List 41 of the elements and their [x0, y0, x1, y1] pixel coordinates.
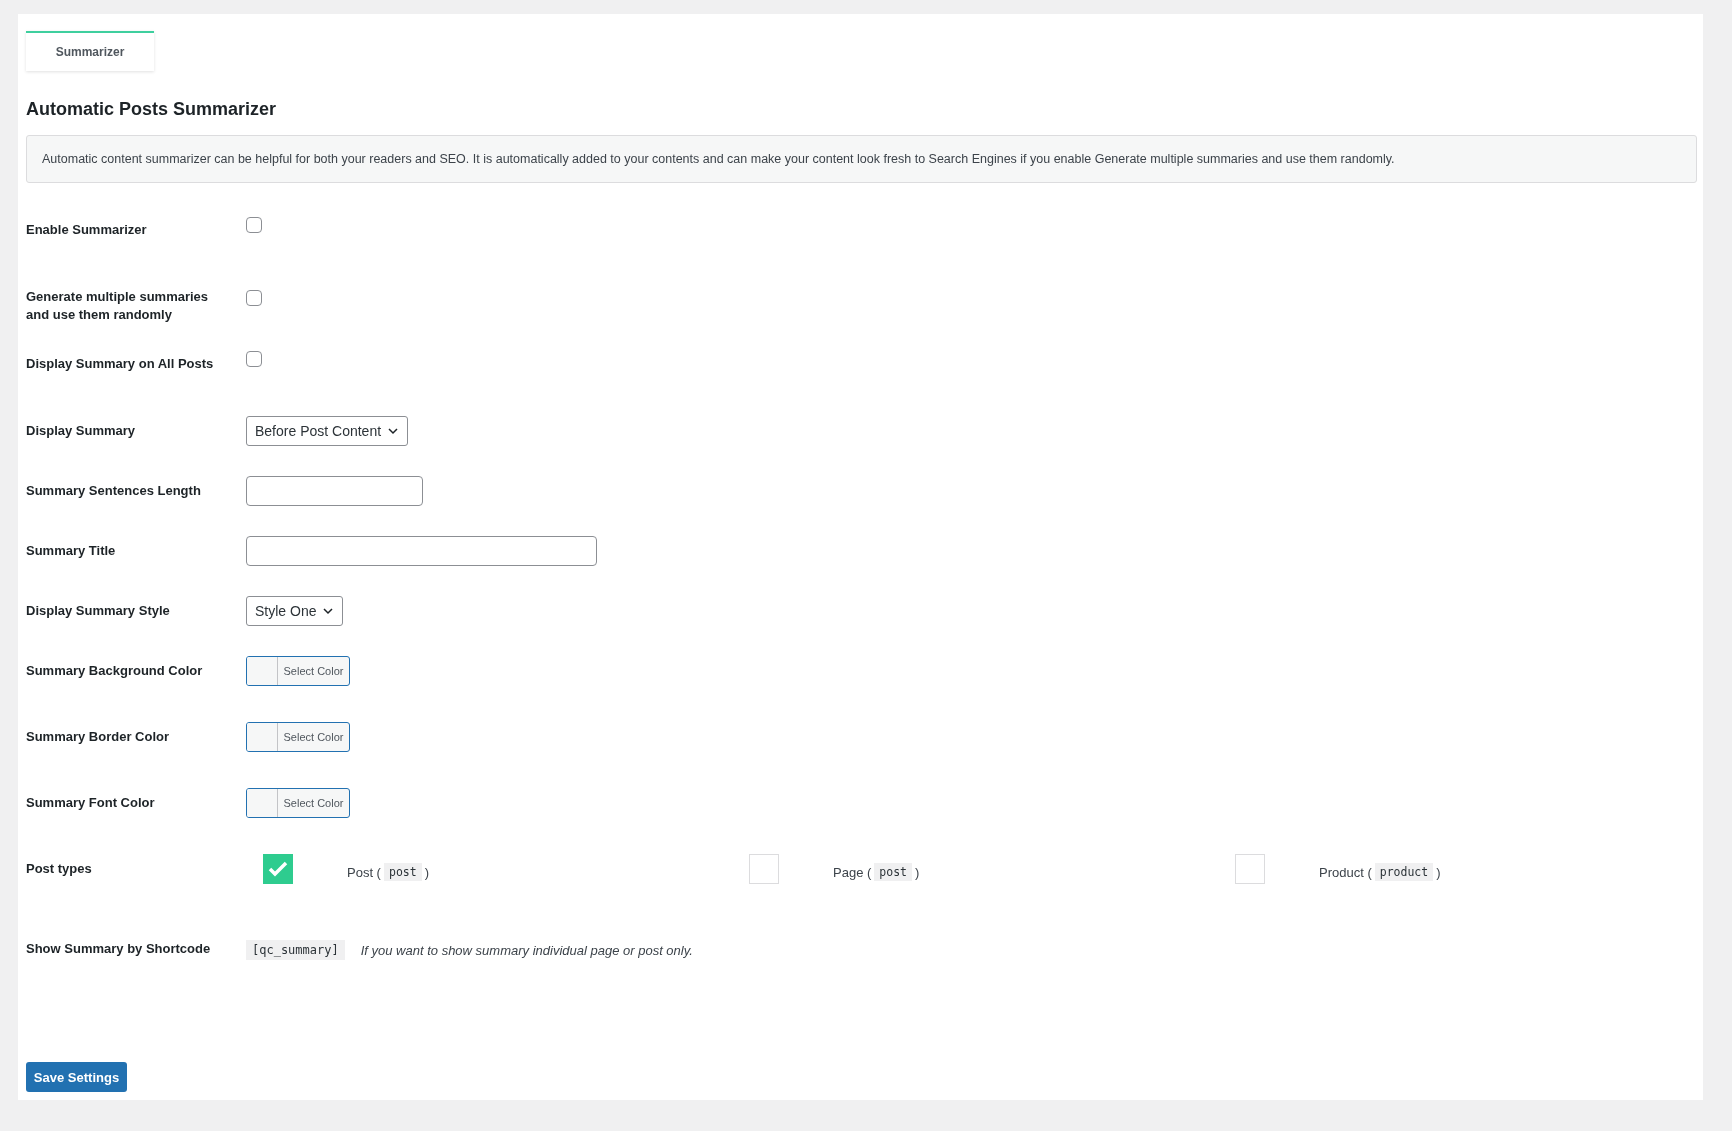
post-type-slug: post [874, 863, 912, 881]
field-label: Summary Font Color [26, 794, 156, 812]
field-label: Display Summary [26, 422, 137, 440]
post-type-slug: product [1374, 863, 1434, 881]
shortcode: [qc_summary] [246, 940, 345, 960]
color-picker-button[interactable]: Select Color [246, 656, 350, 686]
color-picker-button[interactable]: Select Color [246, 722, 350, 752]
checkbox[interactable] [246, 217, 262, 233]
closing-parenthesis: ) [915, 864, 920, 880]
dropdown[interactable]: Before Post Content [246, 416, 409, 446]
post-type-label: Page ( [833, 864, 872, 880]
field-label: Summary Border Color [26, 728, 171, 746]
page-heading: Automatic Posts Summarizer [26, 99, 278, 120]
field-label: Display Summary on All Posts [26, 355, 215, 373]
field-label: Display Summary Style [26, 602, 171, 620]
field-label: Post types [26, 860, 93, 878]
tab[interactable]: Summarizer [26, 31, 154, 71]
field-label: Summary Background Color [26, 662, 204, 680]
save-settings-button[interactable]: Save Settings [26, 1062, 127, 1092]
checkbox[interactable] [246, 290, 262, 306]
post-type-slug: post [383, 863, 422, 881]
help-text: If you want to show summary individual page or post only. [360, 942, 693, 958]
checkmark-icon [268, 861, 288, 877]
dropdown[interactable]: Style One [246, 596, 344, 626]
input-field[interactable] [246, 536, 597, 566]
notice-text: Automatic content summarizer can be helpful for both your readers and SEO. It is automatically added to your contents and can make your content look fresh to Search Engines if you enable Generate multiple summaries and use them randomly. [26, 135, 1697, 183]
closing-parenthesis: ) [424, 864, 429, 880]
field-label: Summary Sentences Length [26, 482, 202, 500]
chevron-down-icon [322, 605, 335, 617]
field-label: Enable Summarizer [26, 221, 148, 239]
checkbox[interactable] [263, 854, 293, 884]
post-type-label: Product ( [1319, 864, 1372, 880]
field-label: Generate multiple summaries and use them randomly [26, 288, 210, 324]
color-picker-button[interactable]: Select Color [246, 788, 350, 818]
checkbox[interactable] [246, 351, 262, 367]
closing-parenthesis: ) [1436, 864, 1441, 880]
input-field[interactable] [246, 476, 423, 506]
field-label: Summary Title [26, 542, 117, 560]
post-type-label: Post ( [347, 864, 381, 880]
chevron-down-icon [387, 425, 400, 437]
field-label: Show Summary by Shortcode [26, 940, 212, 958]
